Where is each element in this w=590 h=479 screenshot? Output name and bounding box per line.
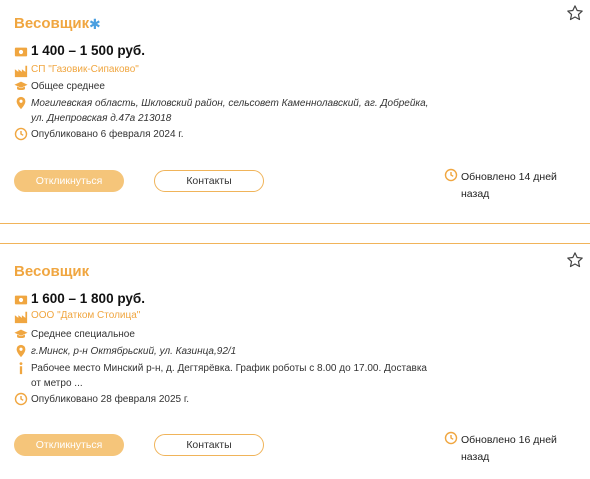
contacts-button[interactable]: Контакты: [154, 434, 264, 456]
updated-info: Обновлено 16 дней назад: [444, 431, 564, 466]
star-icon[interactable]: [566, 251, 584, 269]
factory-icon: [14, 311, 28, 324]
description: Рабочее место Минский р-н, д. Дегтярёвка…: [31, 363, 427, 389]
education-row: Среднее специальное: [14, 327, 135, 342]
address-row: Могилевская область, Шкловский район, се…: [14, 96, 431, 126]
vacancy-card: Весовщик ✱ 1 400 – 1 500 руб. СП "Газови…: [0, 0, 590, 223]
salary: 1 400 – 1 500 руб.: [31, 43, 145, 58]
company-row: ООО "Датком Столица": [14, 310, 140, 324]
money-icon: [14, 295, 28, 305]
divider: [0, 223, 590, 224]
clock-icon: [14, 392, 28, 406]
published-date: Опубликовано 28 февраля 2025 г.: [31, 394, 190, 405]
location-pin-icon: [16, 344, 26, 358]
factory-icon: [14, 65, 28, 78]
sparkle-icon: ✱: [89, 16, 101, 32]
updated-text-line2: назад: [461, 451, 490, 463]
salary: 1 600 – 1 800 руб.: [31, 291, 145, 306]
company-link[interactable]: ООО "Датком Столица": [31, 310, 140, 321]
address: Могилевская область, Шкловский район, се…: [31, 98, 429, 124]
company-link[interactable]: СП "Газовик-Сипаково": [31, 64, 139, 75]
vacancy-title[interactable]: Весовщик: [14, 263, 89, 280]
updated-text-line2: назад: [461, 188, 490, 200]
clock-icon: [444, 431, 458, 445]
clock-icon: [14, 127, 28, 141]
apply-button[interactable]: Откликнуться: [14, 170, 124, 192]
updated-text-line1: Обновлено 16 дней: [461, 434, 557, 446]
education: Среднее специальное: [31, 329, 135, 340]
apply-button[interactable]: Откликнуться: [14, 434, 124, 456]
published-row: Опубликовано 28 февраля 2025 г.: [14, 392, 189, 407]
address-row: г.Минск, р-н Октябрьский, ул. Казинца,92…: [14, 344, 431, 359]
location-pin-icon: [16, 96, 26, 110]
star-icon[interactable]: [566, 4, 584, 22]
clock-icon: [444, 168, 458, 182]
vacancy-title[interactable]: Весовщик: [14, 15, 89, 32]
updated-text-line1: Обновлено 14 дней: [461, 171, 557, 183]
education-row: Общее среднее: [14, 79, 105, 94]
vacancy-card: Весовщик 1 600 – 1 800 руб. ООО "Датком …: [0, 244, 590, 479]
info-icon: [19, 362, 23, 375]
graduation-cap-icon: [14, 81, 28, 91]
money-icon: [14, 47, 28, 57]
education: Общее среднее: [31, 81, 105, 92]
info-row: Рабочее место Минский р-н, д. Дегтярёвка…: [14, 361, 431, 391]
published-row: Опубликовано 6 февраля 2024 г.: [14, 127, 184, 142]
company-row: СП "Газовик-Сипаково": [14, 64, 139, 78]
salary-row: 1 400 – 1 500 руб.: [14, 43, 145, 59]
salary-row: 1 600 – 1 800 руб.: [14, 291, 145, 307]
updated-info: Обновлено 14 дней назад: [444, 168, 564, 203]
address: г.Минск, р-н Октябрьский, ул. Казинца,92…: [31, 346, 237, 357]
graduation-cap-icon: [14, 329, 28, 339]
published-date: Опубликовано 6 февраля 2024 г.: [31, 129, 184, 140]
contacts-button[interactable]: Контакты: [154, 170, 264, 192]
